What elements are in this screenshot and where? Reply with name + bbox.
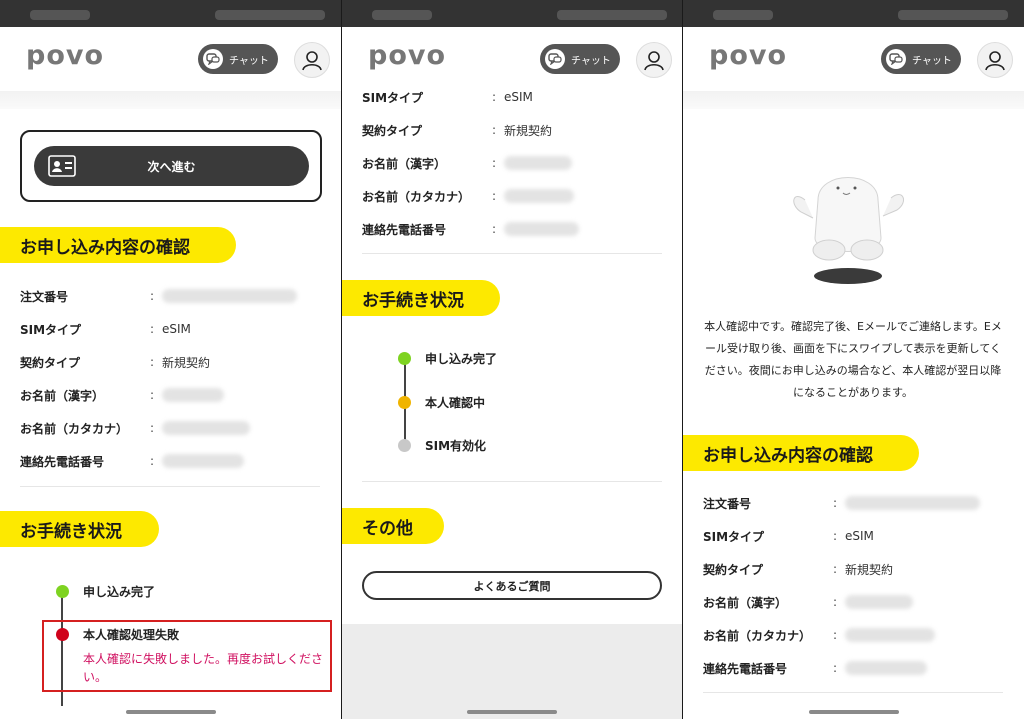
other-heading: その他	[342, 508, 444, 544]
detail-row-contract-type: 契約タイプ: 新規契約	[703, 562, 894, 577]
status-icons	[557, 10, 667, 20]
redacted-value	[845, 628, 935, 642]
done-status-icon	[398, 352, 411, 365]
detail-row-contract-type: 契約タイプ: 新規契約	[362, 123, 553, 138]
povo-logo[interactable]: povo	[26, 40, 104, 71]
chat-button[interactable]: チャット	[198, 44, 278, 74]
status-bar	[0, 0, 341, 27]
chat-button[interactable]: チャット	[540, 44, 620, 74]
phone-screen-2: povo チャット SIMタイプ: eSIM 契約タイプ: 新規契約 お名前（漢字）…	[342, 0, 682, 719]
detail-row-phone: 連絡先電話番号:	[362, 219, 579, 239]
redacted-value	[162, 388, 224, 402]
step-application-complete: 申し込み完了	[56, 583, 155, 600]
detail-row-order-number: 注文番号:	[20, 286, 297, 306]
redacted-value	[162, 454, 244, 468]
verification-message: 本人確認中です。確認完了後、Eメールでご連絡します。Eメール受け取り後、画面を下…	[704, 320, 1002, 399]
account-button[interactable]	[977, 42, 1013, 78]
step-application-complete: 申し込み完了	[398, 350, 497, 367]
user-icon	[644, 51, 664, 71]
detail-row-name-katakana: お名前（カタカナ）:	[20, 418, 250, 438]
detail-row-name-kanji: お名前（漢字）:	[362, 153, 572, 173]
order-details-heading: お申し込み内容の確認	[683, 435, 919, 471]
redacted-value	[504, 222, 579, 236]
id-card-icon	[48, 155, 76, 181]
in-progress-status-icon	[398, 396, 411, 409]
chat-bubble-icon	[886, 49, 906, 69]
home-indicator	[808, 710, 899, 714]
user-icon	[985, 51, 1005, 71]
detail-row-phone: 連絡先電話番号:	[703, 658, 927, 678]
detail-row-phone: 連絡先電話番号:	[20, 451, 244, 471]
detail-row-sim-type: SIMタイプ: eSIM	[20, 322, 191, 337]
status-heading: お手続き状況	[342, 280, 500, 316]
mascot-illustration	[793, 177, 905, 284]
app-header: povo チャット	[683, 27, 1024, 91]
redacted-value	[504, 189, 574, 203]
status-time	[372, 10, 432, 20]
home-indicator	[467, 710, 557, 714]
status-heading: お手続き状況	[0, 511, 159, 547]
redacted-value	[162, 421, 250, 435]
chat-label: チャット	[229, 55, 269, 67]
povo-logo[interactable]: povo	[709, 40, 787, 71]
detail-row-name-katakana: お名前（カタカナ）:	[362, 186, 574, 206]
chat-label: チャット	[571, 55, 611, 67]
next-step-card: 次へ進む	[20, 130, 322, 202]
step-id-verification-in-progress: 本人確認中	[398, 394, 485, 411]
app-header: povo チャット	[0, 27, 341, 91]
order-details-heading: お申し込み内容の確認	[0, 227, 236, 263]
done-status-icon	[56, 585, 69, 598]
detail-row-name-kanji: お名前（漢字）:	[20, 385, 224, 405]
status-time	[713, 10, 773, 20]
chat-bubble-icon	[545, 49, 565, 69]
phone-screen-3: povo チャット 本人確認中です。確認完了後、Eメールでご連絡します。Eメール…	[683, 0, 1024, 719]
status-icons	[898, 10, 1008, 20]
faq-button[interactable]: よくあるご質問	[362, 571, 662, 600]
next-button[interactable]: 次へ進む	[34, 146, 309, 186]
account-button[interactable]	[636, 42, 672, 78]
phone-screen-1: povo チャット 次へ進む お申し込み内容の確認 注文番号: SIMタイプ:…	[0, 0, 341, 719]
chat-label: チャット	[912, 55, 952, 67]
detail-row-order-number: 注文番号:	[703, 493, 980, 513]
chat-button[interactable]: チャット	[881, 44, 961, 74]
redacted-value	[845, 496, 980, 510]
povo-logo[interactable]: povo	[368, 40, 446, 71]
detail-row-sim-type: SIMタイプ: eSIM	[703, 529, 874, 544]
account-button[interactable]	[294, 42, 330, 78]
chat-bubble-icon	[203, 49, 223, 69]
detail-row-name-katakana: お名前（カタカナ）:	[703, 625, 935, 645]
redacted-value	[845, 595, 913, 609]
redacted-value	[162, 289, 297, 303]
home-indicator	[125, 710, 216, 714]
step-sim-activation: SIM有効化	[398, 437, 486, 454]
status-bar	[342, 0, 682, 27]
pending-status-icon	[398, 439, 411, 452]
user-icon	[302, 51, 322, 71]
redacted-value	[845, 661, 927, 675]
detail-row-name-kanji: お名前（漢字）:	[703, 592, 913, 612]
faq-button-label: よくあるご質問	[473, 579, 551, 593]
error-highlight-box	[42, 620, 332, 692]
app-header: povo チャット	[342, 27, 682, 91]
status-icons	[215, 10, 325, 20]
status-time	[30, 10, 90, 20]
status-bar	[683, 0, 1024, 27]
screenshot-collage: povo チャット 次へ進む お申し込み内容の確認 注文番号: SIMタイプ:…	[0, 0, 1024, 719]
detail-row-contract-type: 契約タイプ: 新規契約	[20, 355, 211, 370]
redacted-value	[504, 156, 572, 170]
